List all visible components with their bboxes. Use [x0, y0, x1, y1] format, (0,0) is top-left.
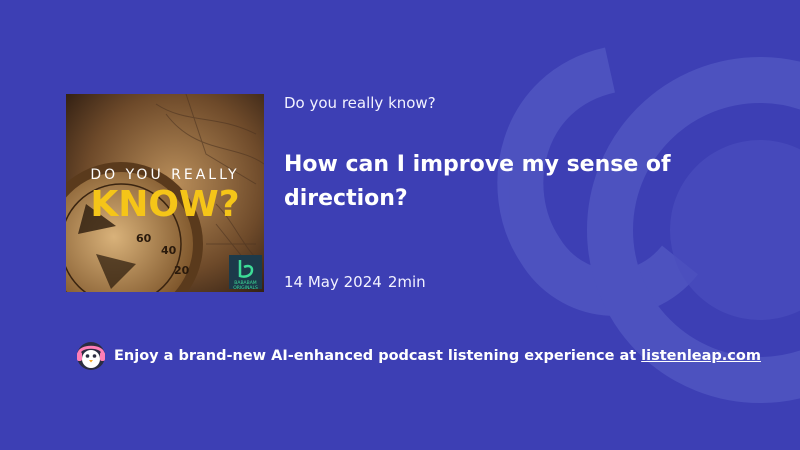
- episode-duration: 2min: [387, 273, 426, 291]
- episode-date: 14 May 2024: [284, 273, 382, 291]
- promo-text: Enjoy a brand-new AI-enhanced podcast li…: [114, 348, 637, 364]
- compass-number: 40: [161, 244, 177, 257]
- episode-meta: 14 May 2024 2min: [284, 273, 426, 291]
- episode-title: How can I improve my sense of direction?: [284, 152, 671, 211]
- compass-number: 60: [136, 232, 152, 245]
- compass-number: 20: [174, 264, 190, 277]
- listenleap-link[interactable]: listenleap.com: [641, 348, 761, 364]
- badge-text: ORIGINALS: [233, 285, 258, 291]
- cover-title-line1: DO YOU REALLY: [90, 167, 239, 183]
- show-name[interactable]: Do you really know?: [284, 94, 436, 112]
- cover-title-line2: KNOW?: [90, 184, 239, 225]
- podcast-cover-art[interactable]: 60 40 20 DO YOU REALLY KNOW? BABABAM ORI…: [66, 94, 264, 292]
- promo-banner: Enjoy a brand-new AI-enhanced podcast li…: [76, 340, 761, 372]
- penguin-mascot-icon: [77, 342, 105, 370]
